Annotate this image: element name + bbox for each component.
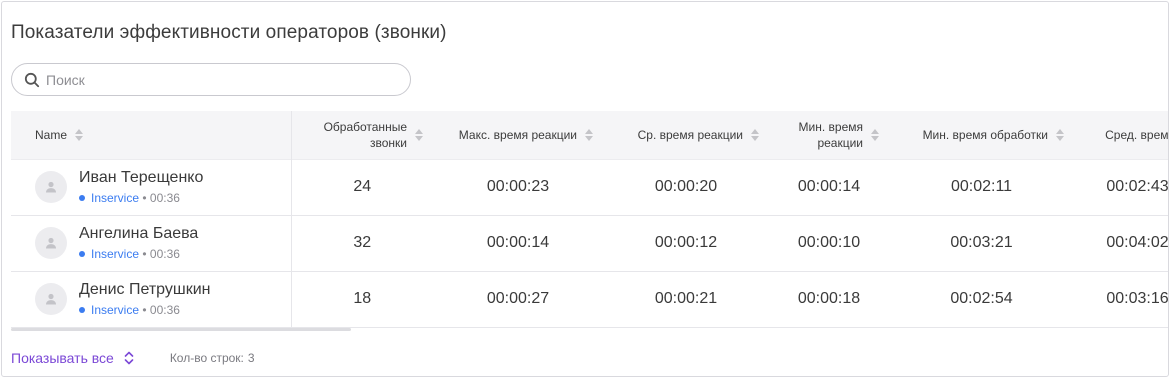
operator-cell: Денис Петрушкин Inservice • 00:36 xyxy=(11,271,292,327)
avg-time-cell: 00:04:02 xyxy=(1106,234,1169,251)
column-header-min-reaction[interactable]: Мин. время реакции xyxy=(769,111,889,159)
avg-reaction-cell: 00:00:12 xyxy=(654,234,718,251)
operator-cell: Иван Терещенко Inservice • 00:36 xyxy=(11,159,292,215)
avg-time-cell: 00:03:16 xyxy=(1106,290,1169,307)
min-reaction-cell: 00:00:10 xyxy=(797,234,861,251)
table-header-row: Name Обработанные звонки Макс. время реак… xyxy=(11,111,1169,159)
operators-performance-card: Показатели эффективности операторов (зво… xyxy=(1,1,1169,377)
column-header-name[interactable]: Name xyxy=(11,111,292,159)
column-header-min-processing[interactable]: Мин. время обработки xyxy=(889,111,1074,159)
show-all-label: Показывать все xyxy=(11,350,114,366)
column-header-max-reaction[interactable]: Макс. время реакции xyxy=(433,111,603,159)
column-header-label: Мин. время обработки xyxy=(922,127,1048,142)
sort-icon[interactable] xyxy=(585,128,593,141)
rows-count: Кол-во строк: 3 xyxy=(170,351,255,365)
operator-name: Денис Петрушкин xyxy=(79,281,211,298)
operator-cell: Ангелина Баева Inservice • 00:36 xyxy=(11,215,292,271)
max-reaction-cell: 00:00:23 xyxy=(486,178,550,195)
horizontal-scrollbar[interactable] xyxy=(11,328,351,331)
table-footer: Показывать все Кол-во строк: 3 xyxy=(11,350,255,366)
sort-icon[interactable] xyxy=(75,128,84,141)
handled-calls-cell: 18 xyxy=(353,290,372,307)
min-processing-cell: 00:02:11 xyxy=(950,178,1013,195)
avg-reaction-cell: 00:00:21 xyxy=(654,290,718,307)
sort-icon[interactable] xyxy=(751,128,759,141)
user-avatar-icon xyxy=(35,171,67,203)
search-input[interactable] xyxy=(46,71,386,88)
operator-status: Inservice • 00:36 xyxy=(79,302,210,318)
status-dot xyxy=(79,307,85,313)
search-box[interactable] xyxy=(11,63,411,96)
column-header-label: Name xyxy=(35,127,68,142)
user-avatar-icon xyxy=(35,227,67,259)
column-header-avg-time[interactable]: Сред. время xyxy=(1074,111,1169,159)
column-header-label: Обработанные звонки xyxy=(323,119,407,150)
min-processing-cell: 00:03:21 xyxy=(950,234,1013,251)
search-icon xyxy=(24,72,40,88)
rows-count-value: 3 xyxy=(247,351,255,365)
page-title: Показатели эффективности операторов (зво… xyxy=(11,22,447,43)
operator-name: Ангелина Баева xyxy=(79,225,199,242)
column-header-label: Ср. время реакции xyxy=(637,127,743,142)
column-header-label: Сред. время xyxy=(1105,127,1169,142)
max-reaction-cell: 00:00:14 xyxy=(486,234,550,251)
table-row[interactable]: Ангелина Баева Inservice • 00:36 32 00:0… xyxy=(11,215,1169,271)
column-header-avg-reaction[interactable]: Ср. время реакции xyxy=(603,111,769,159)
operator-name: Иван Терещенко xyxy=(79,169,204,186)
min-reaction-cell: 00:00:14 xyxy=(797,178,861,195)
min-reaction-cell: 00:00:18 xyxy=(797,290,861,307)
sort-icon[interactable] xyxy=(415,128,423,141)
operators-table: Name Обработанные звонки Макс. время реак… xyxy=(11,111,1169,328)
table-row[interactable]: Иван Терещенко Inservice • 00:36 24 00:0… xyxy=(11,159,1169,215)
sort-icon[interactable] xyxy=(1056,128,1064,141)
rows-count-label: Кол-во строк: xyxy=(169,351,244,365)
chevron-up-down-icon xyxy=(124,351,134,365)
sort-icon[interactable] xyxy=(871,128,879,141)
operator-status: Inservice • 00:36 xyxy=(79,190,203,206)
show-all-button[interactable]: Показывать все xyxy=(11,350,134,366)
column-header-handled-calls[interactable]: Обработанные звонки xyxy=(291,111,433,159)
table-row[interactable]: Денис Петрушкин Inservice • 00:36 18 00:… xyxy=(11,271,1169,327)
column-header-label: Мин. время реакции xyxy=(798,119,863,150)
user-avatar-icon xyxy=(35,283,67,315)
handled-calls-cell: 24 xyxy=(353,178,372,195)
min-processing-cell: 00:02:54 xyxy=(950,290,1013,307)
column-header-label: Макс. время реакции xyxy=(458,127,577,142)
status-dot xyxy=(79,251,85,257)
status-dot xyxy=(79,195,85,201)
avg-reaction-cell: 00:00:20 xyxy=(654,178,718,195)
avg-time-cell: 00:02:43 xyxy=(1106,178,1169,195)
operator-status: Inservice • 00:36 xyxy=(79,246,198,262)
handled-calls-cell: 32 xyxy=(353,234,372,251)
max-reaction-cell: 00:00:27 xyxy=(486,290,550,307)
